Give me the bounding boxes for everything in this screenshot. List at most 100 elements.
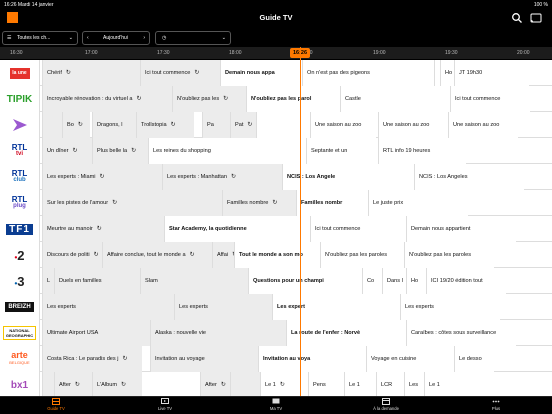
program-cell[interactable]: Les experts bbox=[42, 294, 174, 320]
chevron-left-icon[interactable]: ‹ bbox=[87, 32, 89, 44]
program-cell[interactable]: Costa Rica : Le paradis des j ↻ bbox=[42, 346, 142, 372]
program-cell[interactable]: After ↻ bbox=[200, 372, 230, 398]
program-cell[interactable]: Les experts bbox=[174, 294, 272, 320]
program-cell[interactable]: Co bbox=[362, 268, 382, 294]
program-cell[interactable]: Duels en familles bbox=[54, 268, 142, 294]
channel-logo[interactable]: bx1 bbox=[0, 372, 40, 398]
program-cell[interactable] bbox=[256, 112, 312, 138]
program-cell[interactable]: L bbox=[42, 268, 54, 294]
program-cell[interactable]: Trollstopia ↻ bbox=[136, 112, 194, 138]
cast-icon[interactable] bbox=[530, 12, 542, 24]
program-cell[interactable]: On n'est pas des pigeons bbox=[302, 60, 434, 86]
program-cell[interactable]: Ho bbox=[440, 60, 454, 86]
program-cell[interactable]: Les experts : Miami ↻ bbox=[42, 164, 162, 190]
program-cell[interactable]: LCR bbox=[376, 372, 406, 398]
program-cell[interactable]: N'oubliez pas les ↻ bbox=[172, 86, 246, 112]
program-cell[interactable]: Demain nous appa bbox=[220, 60, 302, 86]
program-cell[interactable]: Pa bbox=[202, 112, 232, 138]
program-cell[interactable]: Ho bbox=[406, 268, 426, 294]
program-cell[interactable]: Le desso bbox=[454, 346, 494, 372]
channel-logo[interactable]: la une bbox=[0, 60, 40, 86]
channel-logo[interactable]: RTL plug bbox=[0, 190, 40, 216]
day-selector[interactable]: ‹ Aujourd'hui › bbox=[82, 31, 150, 45]
program-cell[interactable]: Ultimate Airport USA bbox=[42, 320, 150, 346]
program-cell[interactable]: Bo ↻ bbox=[62, 112, 90, 138]
program-cell[interactable]: Demain nous appartient bbox=[406, 216, 516, 242]
program-cell[interactable]: Meurtre au manoir ↻ bbox=[42, 216, 164, 242]
program-cell[interactable]: N'oubliez pas les paroles bbox=[404, 242, 494, 268]
program-cell[interactable]: Ici tout commence bbox=[310, 216, 406, 242]
program-cell[interactable]: Affaire conclue, tout le monde a ↻ bbox=[102, 242, 212, 268]
program-cell[interactable]: Questions pour un champi bbox=[248, 268, 362, 294]
tab-guide-tv[interactable]: Guide TV bbox=[26, 398, 86, 411]
program-cell[interactable]: NCIS : Los Angeles bbox=[414, 164, 524, 190]
program-cell[interactable]: Les experts : Manhattan ↻ bbox=[162, 164, 282, 190]
program-cell[interactable]: Chérif ↻ bbox=[42, 60, 142, 86]
program-cell[interactable] bbox=[42, 112, 62, 138]
program-cell[interactable]: Sur les pistes de l'amour ↻ bbox=[42, 190, 222, 216]
search-icon[interactable] bbox=[511, 12, 523, 24]
channel-logo[interactable]: RTL club bbox=[0, 164, 40, 190]
program-cell[interactable]: Alaska : nouvelle vie bbox=[150, 320, 286, 346]
program-cell[interactable]: Le 1 bbox=[344, 372, 378, 398]
program-cell[interactable]: Discours de politi ↻ bbox=[42, 242, 102, 268]
program-cell[interactable]: Tout le monde a son mo bbox=[234, 242, 320, 268]
program-cell[interactable]: Castle bbox=[340, 86, 450, 112]
program-cell[interactable]: La route de l'enfer : Norvè bbox=[286, 320, 406, 346]
channel-logo[interactable] bbox=[0, 112, 40, 138]
program-cell[interactable]: L'Album ↻ bbox=[92, 372, 142, 398]
channel-logo[interactable]: •3 bbox=[0, 268, 40, 294]
program-cell[interactable]: Invitation au voyage bbox=[150, 346, 258, 372]
program-cell[interactable]: ICI 19/20 édition tout bbox=[426, 268, 506, 294]
program-cell[interactable]: Slam bbox=[140, 268, 248, 294]
program-cell[interactable]: Star Academy, la quotidienne bbox=[164, 216, 310, 242]
program-cell[interactable]: Ici tout commence ↻ bbox=[140, 60, 220, 86]
channel-logo[interactable]: •2 bbox=[0, 242, 40, 268]
tab-live-tv[interactable]: Live TV bbox=[135, 398, 195, 411]
channel-filter-dropdown[interactable]: ☰ Toutes les ch... ⌄ bbox=[2, 31, 78, 45]
program-cell[interactable]: Un dîner ↻ bbox=[42, 138, 92, 164]
program-cell[interactable]: Pens bbox=[308, 372, 344, 398]
program-cell[interactable]: Affai↻ bbox=[212, 242, 234, 268]
program-cell[interactable]: Le 1 bbox=[424, 372, 464, 398]
program-cell[interactable]: Pat ↻ bbox=[230, 112, 256, 138]
channel-logo[interactable]: BREIZH bbox=[0, 294, 40, 320]
program-cell[interactable]: Une saison au zoo bbox=[378, 112, 448, 138]
program-cell[interactable]: Plus belle la ↻ bbox=[92, 138, 148, 164]
program-cell[interactable] bbox=[42, 372, 54, 398]
program-cell[interactable]: N'oubliez pas les paroles bbox=[320, 242, 404, 268]
program-cell[interactable]: JT 19h30 bbox=[454, 60, 529, 86]
chevron-right-icon[interactable]: › bbox=[143, 32, 145, 44]
program-cell[interactable]: Familles nombre ↻ bbox=[222, 190, 296, 216]
program-cell[interactable]: Le juste prix bbox=[368, 190, 468, 216]
program-cell[interactable]: Invitation au voya bbox=[258, 346, 366, 372]
time-selector[interactable]: ◷ ⌄ bbox=[155, 31, 231, 45]
program-cell[interactable]: Familles nombr bbox=[296, 190, 368, 216]
channel-logo[interactable]: arte BELGIQUE bbox=[0, 346, 40, 372]
program-cell[interactable]: Une saison au zoo bbox=[448, 112, 518, 138]
channel-logo[interactable]: RTL tvi bbox=[0, 138, 40, 164]
program-cell[interactable]: NCIS : Los Angele bbox=[282, 164, 414, 190]
channel-logo[interactable]: TF1 bbox=[0, 216, 40, 242]
program-cell[interactable]: Une saison au zoo bbox=[310, 112, 376, 138]
channel-logo[interactable]: NATIONAL GEOGRAPHIC bbox=[0, 320, 40, 346]
program-cell[interactable]: After ↻ bbox=[54, 372, 92, 398]
program-cell[interactable]: Les reines du shopping bbox=[148, 138, 306, 164]
program-cell[interactable]: Ici tout commence bbox=[450, 86, 530, 112]
program-cell[interactable]: Caraïbes : côtes sous surveillance bbox=[406, 320, 516, 346]
program-cell[interactable] bbox=[230, 372, 260, 398]
channel-logo[interactable]: TIPIK bbox=[0, 86, 40, 112]
tab-plus[interactable]: Plus bbox=[466, 398, 526, 411]
program-cell[interactable]: Voyage en cuisine bbox=[366, 346, 454, 372]
program-cell[interactable]: Septante et un bbox=[306, 138, 378, 164]
program-cell[interactable]: RTL info 19 heures bbox=[378, 138, 466, 164]
program-cell[interactable]: Dans l bbox=[382, 268, 406, 294]
program-cell[interactable]: N'oubliez pas les parol bbox=[246, 86, 340, 112]
tab-ma-tv[interactable]: Ma TV bbox=[246, 398, 306, 411]
program-cell[interactable]: Les bbox=[404, 372, 424, 398]
tab-a-la-demande[interactable]: À la demande bbox=[356, 398, 416, 411]
program-cell[interactable]: Les expert bbox=[272, 294, 400, 320]
program-cell[interactable]: Incroyable rénovation : du virtuel a ↻ bbox=[42, 86, 172, 112]
program-cell[interactable]: Les experts bbox=[400, 294, 500, 320]
program-cell[interactable]: Dragons, l bbox=[92, 112, 136, 138]
